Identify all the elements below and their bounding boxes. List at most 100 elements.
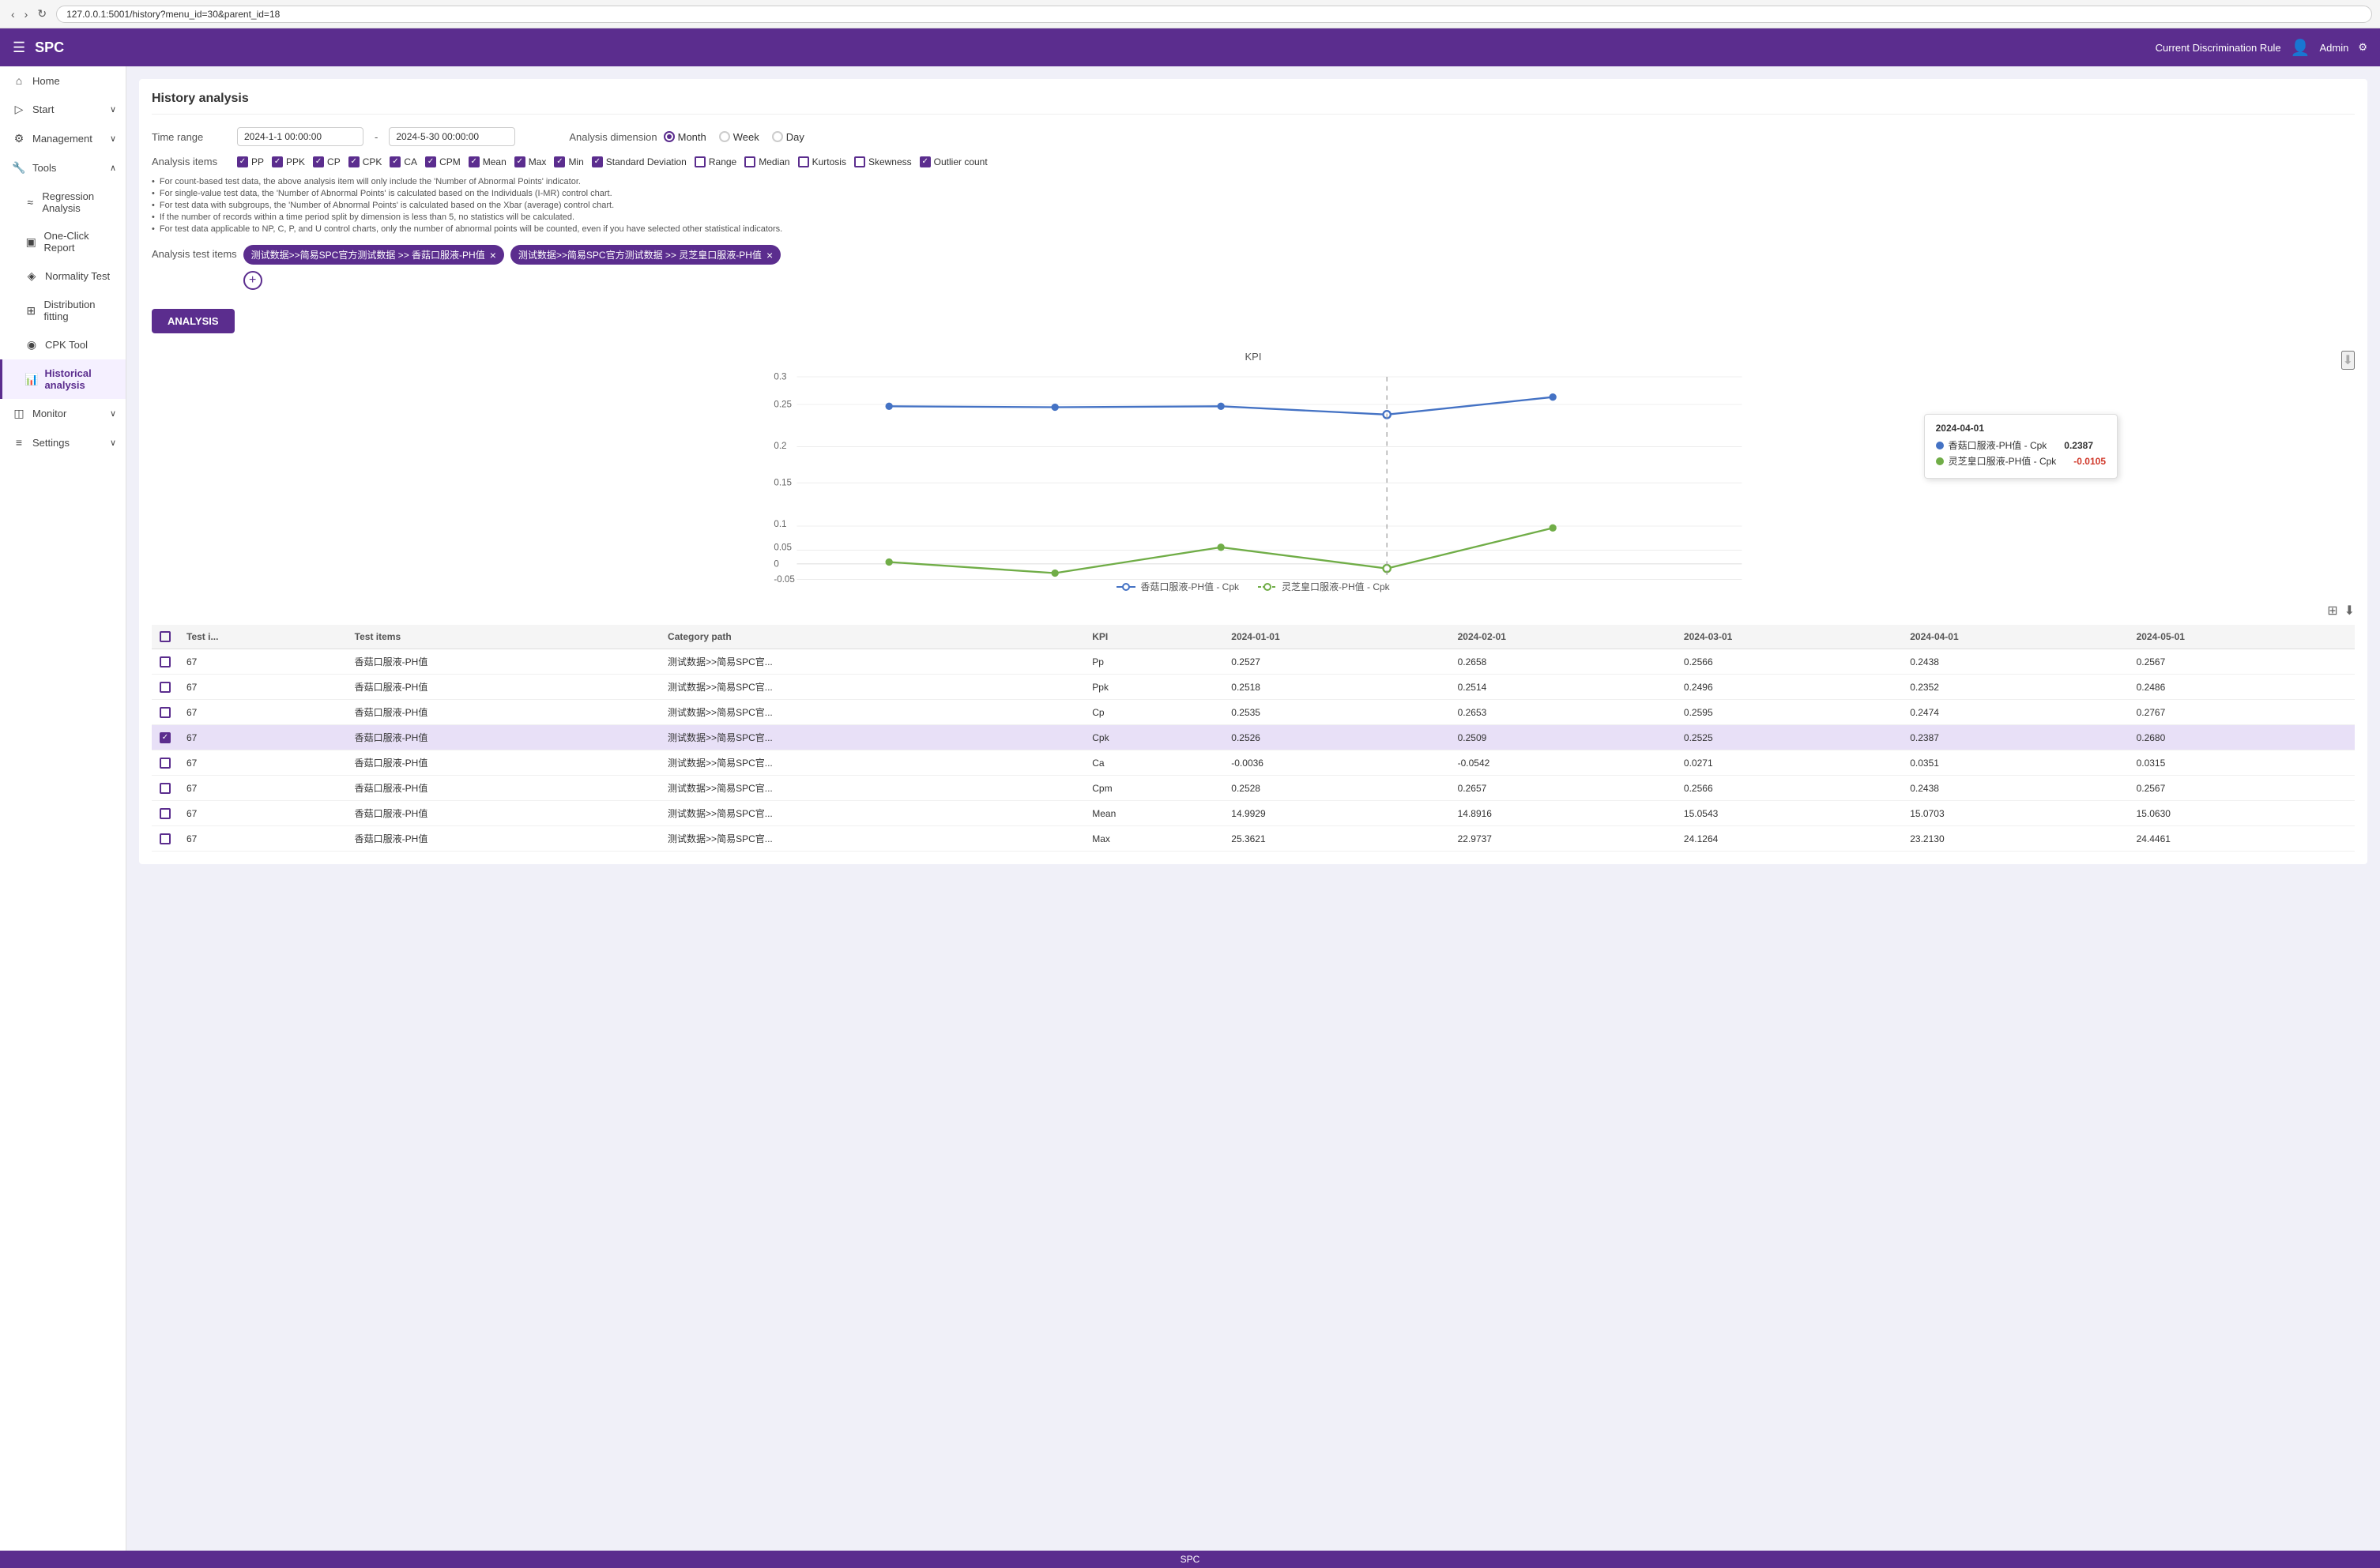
cb-stddev[interactable]: ✓Standard Deviation bbox=[592, 156, 687, 167]
start-icon: ▷ bbox=[12, 103, 26, 116]
th-test-items: Test items bbox=[347, 625, 660, 649]
select-all-checkbox[interactable] bbox=[160, 631, 171, 642]
sidebar-item-management[interactable]: ⚙ Management ∨ bbox=[0, 124, 126, 153]
cb-kurtosis[interactable]: Kurtosis bbox=[798, 156, 846, 167]
cb-min[interactable]: ✓Min bbox=[554, 156, 583, 167]
sidebar-item-distribution[interactable]: ⊞ Distribution fitting bbox=[0, 291, 126, 330]
row-test-item: 香菇口服液-PH值 bbox=[347, 700, 660, 725]
analysis-button[interactable]: ANALYSIS bbox=[152, 309, 235, 333]
sidebar-item-home[interactable]: ⌂ Home bbox=[0, 66, 126, 95]
cb-ca[interactable]: ✓CA bbox=[390, 156, 417, 167]
cb-pp[interactable]: ✓PP bbox=[237, 156, 264, 167]
cb-box-max: ✓ bbox=[514, 156, 525, 167]
radio-week[interactable]: Week bbox=[719, 131, 759, 143]
tag-1[interactable]: 测试数据>>简易SPC官方测试数据 >> 香菇口服液-PH值 × bbox=[243, 245, 504, 265]
row-v3: 0.2566 bbox=[1676, 776, 1902, 801]
row-category: 测试数据>>简易SPC官... bbox=[660, 675, 1084, 700]
row-checkbox[interactable]: ✓ bbox=[160, 732, 171, 743]
cb-median[interactable]: Median bbox=[744, 156, 789, 167]
svg-text:0: 0 bbox=[774, 558, 779, 569]
cb-cpk[interactable]: ✓CPK bbox=[348, 156, 382, 167]
analysis-items-label: Analysis items bbox=[152, 156, 231, 167]
sidebar-item-start[interactable]: ▷ Start ∨ bbox=[0, 95, 126, 124]
cb-mean[interactable]: ✓Mean bbox=[469, 156, 507, 167]
add-tag-button[interactable]: + bbox=[243, 271, 262, 290]
menu-icon[interactable]: ☰ bbox=[13, 39, 25, 56]
cb-cpm[interactable]: ✓CPM bbox=[425, 156, 461, 167]
cb-range[interactable]: Range bbox=[695, 156, 736, 167]
row-checkbox[interactable] bbox=[160, 758, 171, 769]
row-test-item: 香菇口服液-PH值 bbox=[347, 826, 660, 852]
radio-day[interactable]: Day bbox=[772, 131, 804, 143]
radio-label-month: Month bbox=[678, 131, 706, 143]
table-row[interactable]: 67 香菇口服液-PH值 测试数据>>简易SPC官... Cp 0.2535 0… bbox=[152, 700, 2355, 725]
forward-button[interactable]: › bbox=[21, 6, 32, 22]
cb-label-median: Median bbox=[759, 156, 789, 167]
date-to-input[interactable] bbox=[389, 127, 515, 146]
sidebar-item-oneclick[interactable]: ▣ One-Click Report bbox=[0, 222, 126, 261]
tools-icon: 🔧 bbox=[12, 161, 26, 175]
radio-dot-month bbox=[664, 131, 675, 142]
svg-text:0.3: 0.3 bbox=[774, 372, 786, 382]
row-checkbox[interactable] bbox=[160, 656, 171, 667]
back-button[interactable]: ‹ bbox=[8, 6, 18, 22]
row-checkbox[interactable] bbox=[160, 833, 171, 844]
date-from-input[interactable] bbox=[237, 127, 363, 146]
nav-buttons[interactable]: ‹ › ↻ bbox=[8, 6, 50, 22]
analysis-btn-row: ANALYSIS bbox=[152, 299, 2355, 343]
row-checkbox[interactable] bbox=[160, 707, 171, 718]
address-bar[interactable]: 127.0.0.1:5001/history?menu_id=30&parent… bbox=[56, 6, 2372, 23]
th-kpi: KPI bbox=[1084, 625, 1223, 649]
sidebar-item-monitor[interactable]: ◫ Monitor ∨ bbox=[0, 399, 126, 428]
table-row[interactable]: ✓ 67 香菇口服液-PH值 测试数据>>简易SPC官... Cpk 0.252… bbox=[152, 725, 2355, 750]
sidebar-item-cpk[interactable]: ◉ CPK Tool bbox=[0, 330, 126, 359]
row-checkbox[interactable] bbox=[160, 808, 171, 819]
table-row[interactable]: 67 香菇口服液-PH值 测试数据>>简易SPC官... Ppk 0.2518 … bbox=[152, 675, 2355, 700]
table-row[interactable]: 67 香菇口服液-PH值 测试数据>>简易SPC官... Max 25.3621… bbox=[152, 826, 2355, 852]
table-download-button[interactable]: ⬇ bbox=[2344, 603, 2355, 619]
row-select-cell: ✓ bbox=[152, 725, 179, 750]
chevron-down-icon: ∨ bbox=[110, 104, 116, 115]
tag-1-close[interactable]: × bbox=[490, 250, 496, 261]
sidebar-item-regression[interactable]: ≈ Regression Analysis bbox=[0, 182, 126, 222]
row-select-cell bbox=[152, 750, 179, 776]
table-grid-view-button[interactable]: ⊞ bbox=[2327, 603, 2337, 619]
radio-month[interactable]: Month bbox=[664, 131, 706, 143]
management-icon: ⚙ bbox=[12, 132, 26, 145]
table-row[interactable]: 67 香菇口服液-PH值 测试数据>>简易SPC官... Cpm 0.2528 … bbox=[152, 776, 2355, 801]
refresh-button[interactable]: ↻ bbox=[34, 6, 50, 22]
tag-2-close[interactable]: × bbox=[766, 250, 773, 261]
row-checkbox[interactable] bbox=[160, 783, 171, 794]
data-table: Test i... Test items Category path KPI 2… bbox=[152, 625, 2355, 852]
chevron-down-icon-mgmt: ∨ bbox=[110, 133, 116, 144]
cb-box-ca: ✓ bbox=[390, 156, 401, 167]
cb-ppk[interactable]: ✓PPK bbox=[272, 156, 305, 167]
table-row[interactable]: 67 香菇口服液-PH值 测试数据>>简易SPC官... Pp 0.2527 0… bbox=[152, 649, 2355, 675]
cb-max[interactable]: ✓Max bbox=[514, 156, 547, 167]
row-select-cell bbox=[152, 675, 179, 700]
tag-1-text: 测试数据>>简易SPC官方测试数据 >> 香菇口服液-PH值 bbox=[251, 248, 485, 261]
sidebar-item-normality[interactable]: ◈ Normality Test bbox=[0, 261, 126, 291]
table-row[interactable]: 67 香菇口服液-PH值 测试数据>>简易SPC官... Ca -0.0036 … bbox=[152, 750, 2355, 776]
cb-outlier[interactable]: ✓Outlier count bbox=[920, 156, 988, 167]
distribution-icon: ⊞ bbox=[24, 304, 38, 318]
notes-section: •For count-based test data, the above an… bbox=[152, 177, 2355, 234]
cb-box-min: ✓ bbox=[554, 156, 565, 167]
download-chart-button[interactable]: ⬇ bbox=[2341, 351, 2355, 370]
cb-label-outlier: Outlier count bbox=[934, 156, 988, 167]
sidebar-item-tools[interactable]: 🔧 Tools ∧ bbox=[0, 153, 126, 182]
table-row[interactable]: 67 香菇口服液-PH值 测试数据>>简易SPC官... Mean 14.992… bbox=[152, 801, 2355, 826]
row-checkbox[interactable] bbox=[160, 682, 171, 693]
svg-text:0.25: 0.25 bbox=[774, 400, 792, 410]
th-category: Category path bbox=[660, 625, 1084, 649]
sidebar-item-historical[interactable]: 📊 Historical analysis bbox=[0, 359, 126, 399]
cb-box-cpk: ✓ bbox=[348, 156, 360, 167]
cb-skewness[interactable]: Skewness bbox=[854, 156, 912, 167]
cb-label-skewness: Skewness bbox=[868, 156, 912, 167]
oneclick-icon: ▣ bbox=[24, 235, 38, 249]
tag-2[interactable]: 测试数据>>简易SPC官方测试数据 >> 灵芝皇口服液-PH值 × bbox=[510, 245, 781, 265]
cb-cp[interactable]: ✓CP bbox=[313, 156, 341, 167]
sidebar-item-settings[interactable]: ≡ Settings ∨ bbox=[0, 428, 126, 457]
row-v2: 22.9737 bbox=[1450, 826, 1676, 852]
row-v3: 0.0271 bbox=[1676, 750, 1902, 776]
